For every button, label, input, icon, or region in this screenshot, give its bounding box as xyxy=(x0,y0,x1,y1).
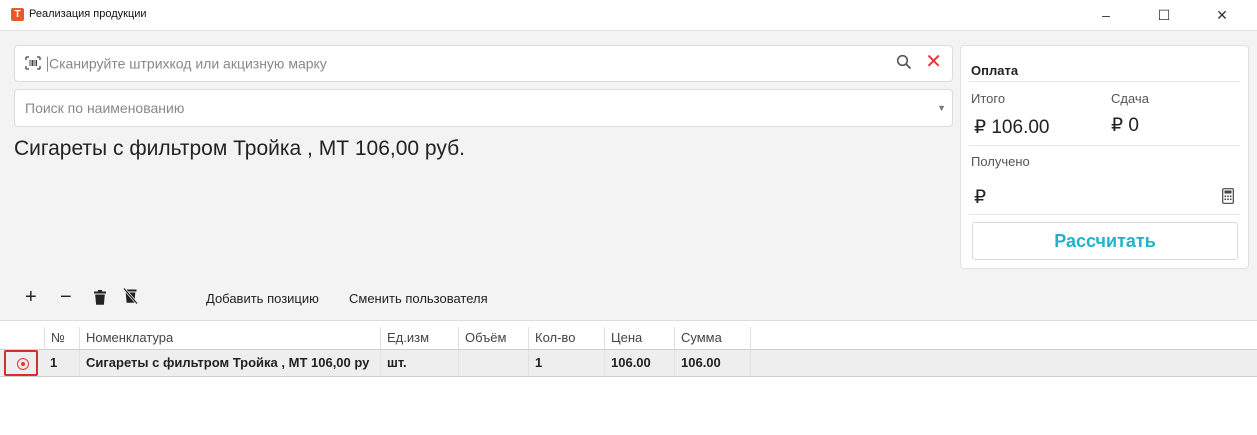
app-logo-icon: Т xyxy=(11,8,24,21)
cell-unit: шт. xyxy=(381,350,459,376)
column-header-sum[interactable]: Сумма xyxy=(675,327,751,349)
trash-icon[interactable] xyxy=(94,289,106,309)
divider xyxy=(969,214,1240,215)
column-header-unit[interactable]: Ед.изм xyxy=(381,327,459,349)
selector-header xyxy=(0,327,44,349)
barcode-scan-input[interactable]: Сканируйте штрихкод или акцизную марку ✕ xyxy=(14,45,953,82)
selected-product-title: Сигареты с фильтром Тройка , МТ 106,00 р… xyxy=(14,137,465,160)
dropdown-arrow-icon[interactable]: ▼ xyxy=(937,103,946,113)
total-label: Итого xyxy=(971,91,1006,106)
cell-price: 106.00 xyxy=(605,350,675,376)
received-input[interactable]: ₽ xyxy=(974,186,986,209)
search-icon[interactable] xyxy=(896,54,912,75)
divider xyxy=(969,81,1240,82)
remove-icon[interactable]: − xyxy=(60,287,72,307)
radio-selected-icon[interactable] xyxy=(17,358,29,370)
row-selection-marker[interactable] xyxy=(4,350,38,376)
table-toolbar: + − Добавить позицию Сменить пользовател… xyxy=(14,282,714,312)
cell-number: 1 xyxy=(44,350,80,376)
barcode-icon xyxy=(25,56,41,75)
cell-quantity[interactable]: 1 xyxy=(529,350,605,376)
scan-placeholder: Сканируйте штрихкод или акцизную марку xyxy=(47,55,327,72)
divider xyxy=(969,145,1240,146)
text-cursor xyxy=(47,56,48,72)
change-label: Сдача xyxy=(1111,91,1149,106)
maximize-button[interactable]: ☐ xyxy=(1149,5,1179,25)
table-header-row: № Номенклатура Ед.изм Объём Кол-во Цена … xyxy=(0,327,1257,349)
window-title: Реализация продукции xyxy=(29,8,147,20)
name-search-combobox[interactable]: Поиск по наименованию ▼ xyxy=(14,89,953,127)
table-row[interactable]: 1 Сигареты с фильтром Тройка , МТ 106,00… xyxy=(0,349,1257,377)
title-bar: Т Реализация продукции – ☐ ✕ xyxy=(0,0,1257,31)
calculator-icon[interactable] xyxy=(1222,188,1234,209)
cell-name: Сигареты с фильтром Тройка , МТ 106,00 р… xyxy=(80,350,381,376)
clear-all-trash-icon[interactable] xyxy=(123,287,138,308)
items-table: № Номенклатура Ед.изм Объём Кол-во Цена … xyxy=(0,320,1257,435)
total-value: ₽ 106.00 xyxy=(974,117,1050,138)
column-header-quantity[interactable]: Кол-во xyxy=(529,327,605,349)
clear-icon[interactable]: ✕ xyxy=(925,52,942,72)
change-user-button[interactable]: Сменить пользователя xyxy=(349,291,488,306)
cell-volume xyxy=(459,350,529,376)
add-icon[interactable]: + xyxy=(25,287,37,307)
payment-header: Оплата xyxy=(971,63,1019,78)
minimize-button[interactable]: – xyxy=(1091,5,1121,25)
scan-placeholder-text: Сканируйте штрихкод или акцизную марку xyxy=(49,55,327,72)
column-header-volume[interactable]: Объём xyxy=(459,327,529,349)
column-header-price[interactable]: Цена xyxy=(605,327,675,349)
close-window-button[interactable]: ✕ xyxy=(1207,5,1237,25)
add-position-button[interactable]: Добавить позицию xyxy=(206,291,319,306)
payment-panel: Оплата Итого Сдача ₽ 106.00 ₽ 0 Получено… xyxy=(960,45,1249,269)
column-header-name[interactable]: Номенклатура xyxy=(80,327,381,349)
received-label: Получено xyxy=(971,154,1030,169)
calculate-button[interactable]: Рассчитать xyxy=(972,222,1238,260)
name-search-placeholder: Поиск по наименованию xyxy=(25,100,185,116)
change-value: ₽ 0 xyxy=(1111,115,1139,136)
cell-sum: 106.00 xyxy=(675,350,751,376)
column-header-number[interactable]: № xyxy=(44,327,80,349)
